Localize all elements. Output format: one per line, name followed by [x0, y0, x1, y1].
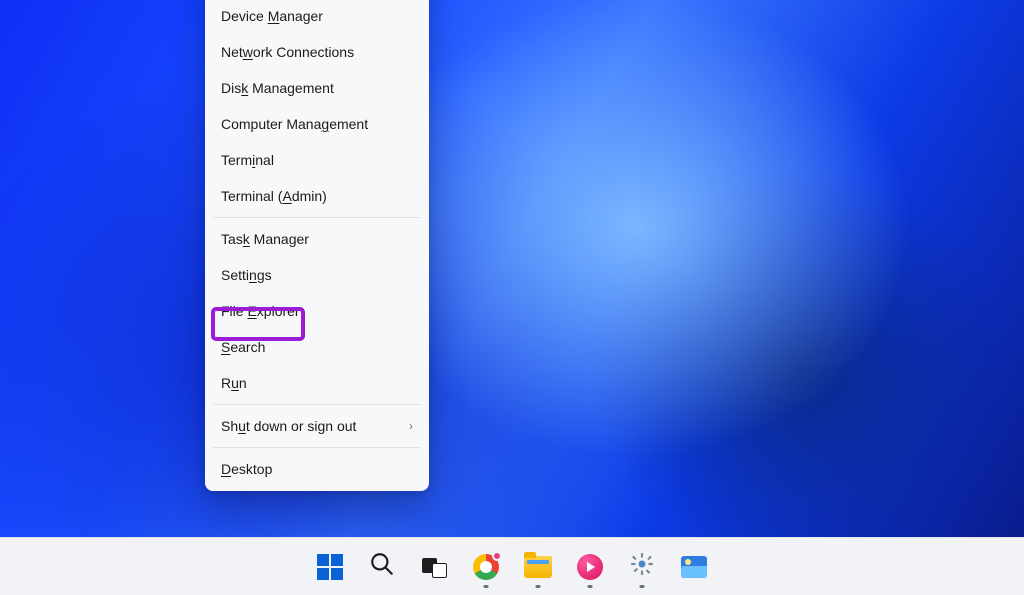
- menu-separator: [213, 447, 421, 448]
- chrome-icon: [473, 554, 499, 580]
- menu-hotkey: M: [268, 8, 280, 24]
- menu-text: ement: [329, 116, 368, 132]
- menu-item-disk-management[interactable]: Disk Management: [205, 70, 429, 106]
- menu-item-file-explorer[interactable]: File Explorer: [205, 293, 429, 329]
- chevron-right-icon: ›: [409, 417, 413, 435]
- menu-hotkey: n: [249, 267, 257, 283]
- photos-icon: [681, 556, 707, 578]
- photos-button[interactable]: [671, 544, 717, 590]
- settings-button[interactable]: [619, 544, 665, 590]
- taskbar: [0, 537, 1024, 595]
- menu-text: Net: [221, 44, 243, 60]
- menu-item-terminal[interactable]: Terminal: [205, 142, 429, 178]
- chrome-badge-icon: [492, 551, 502, 561]
- menu-text: File: [221, 303, 247, 319]
- gear-icon: [629, 551, 655, 582]
- task-view-icon: [421, 554, 447, 580]
- menu-text: ork Connections: [253, 44, 354, 60]
- menu-text: earch: [230, 339, 265, 355]
- menu-item-search[interactable]: Search: [205, 329, 429, 365]
- menu-text: gs: [257, 267, 272, 283]
- menu-hotkey: A: [282, 188, 291, 204]
- menu-item-device-manager[interactable]: Device Manager: [205, 0, 429, 34]
- menu-text: Terminal (: [221, 188, 282, 204]
- desktop-wallpaper: System Device Manager Network Connection…: [0, 0, 1024, 595]
- chrome-button[interactable]: [463, 544, 509, 590]
- menu-text: Tas: [221, 231, 243, 247]
- task-view-button[interactable]: [411, 544, 457, 590]
- menu-text: esktop: [231, 461, 272, 477]
- menu-text: Management: [248, 80, 334, 96]
- menu-text: Device: [221, 8, 268, 24]
- menu-item-task-manager[interactable]: Task Manager: [205, 221, 429, 257]
- menu-hotkey: u: [238, 418, 246, 434]
- menu-item-settings[interactable]: Settings: [205, 257, 429, 293]
- menu-item-run[interactable]: Run: [205, 365, 429, 401]
- menu-item-terminal-admin[interactable]: Terminal (Admin): [205, 178, 429, 214]
- menu-hotkey: w: [243, 44, 253, 60]
- menu-text: anager: [279, 8, 323, 24]
- menu-hotkey: k: [243, 231, 250, 247]
- menu-text: Sh: [221, 418, 238, 434]
- menu-item-shutdown-signout[interactable]: Shut down or sign out ›: [205, 408, 429, 444]
- start-button[interactable]: [307, 544, 353, 590]
- menu-item-network-connections[interactable]: Network Connections: [205, 34, 429, 70]
- menu-text: Manager: [250, 231, 309, 247]
- menu-separator: [213, 217, 421, 218]
- menu-hotkey: u: [231, 375, 239, 391]
- menu-text: nal: [255, 152, 274, 168]
- menu-text: Computer Mana: [221, 116, 321, 132]
- menu-separator: [213, 404, 421, 405]
- running-indicator: [536, 585, 541, 588]
- menu-hotkey: S: [221, 339, 230, 355]
- menu-hotkey: E: [247, 303, 256, 319]
- menu-text: R: [221, 375, 231, 391]
- menu-text: Setti: [221, 267, 249, 283]
- running-indicator: [588, 585, 593, 588]
- menu-item-desktop[interactable]: Desktop: [205, 451, 429, 487]
- menu-text: dmin): [292, 188, 327, 204]
- menu-text: n: [239, 375, 247, 391]
- running-indicator: [640, 585, 645, 588]
- menu-text: Dis: [221, 80, 241, 96]
- menu-item-computer-management[interactable]: Computer Management: [205, 106, 429, 142]
- windows-logo-icon: [317, 554, 343, 580]
- power-user-context-menu: System Device Manager Network Connection…: [205, 0, 429, 491]
- menu-text: t down or sign out: [246, 418, 357, 434]
- file-explorer-button[interactable]: [515, 544, 561, 590]
- menu-hotkey: D: [221, 461, 231, 477]
- search-button[interactable]: [359, 544, 405, 590]
- menu-text: xplorer: [257, 303, 300, 319]
- menu-text: Term: [221, 152, 252, 168]
- file-explorer-icon: [524, 556, 552, 578]
- search-icon: [369, 551, 395, 582]
- todoist-icon: [577, 554, 603, 580]
- running-indicator: [484, 585, 489, 588]
- todoist-button[interactable]: [567, 544, 613, 590]
